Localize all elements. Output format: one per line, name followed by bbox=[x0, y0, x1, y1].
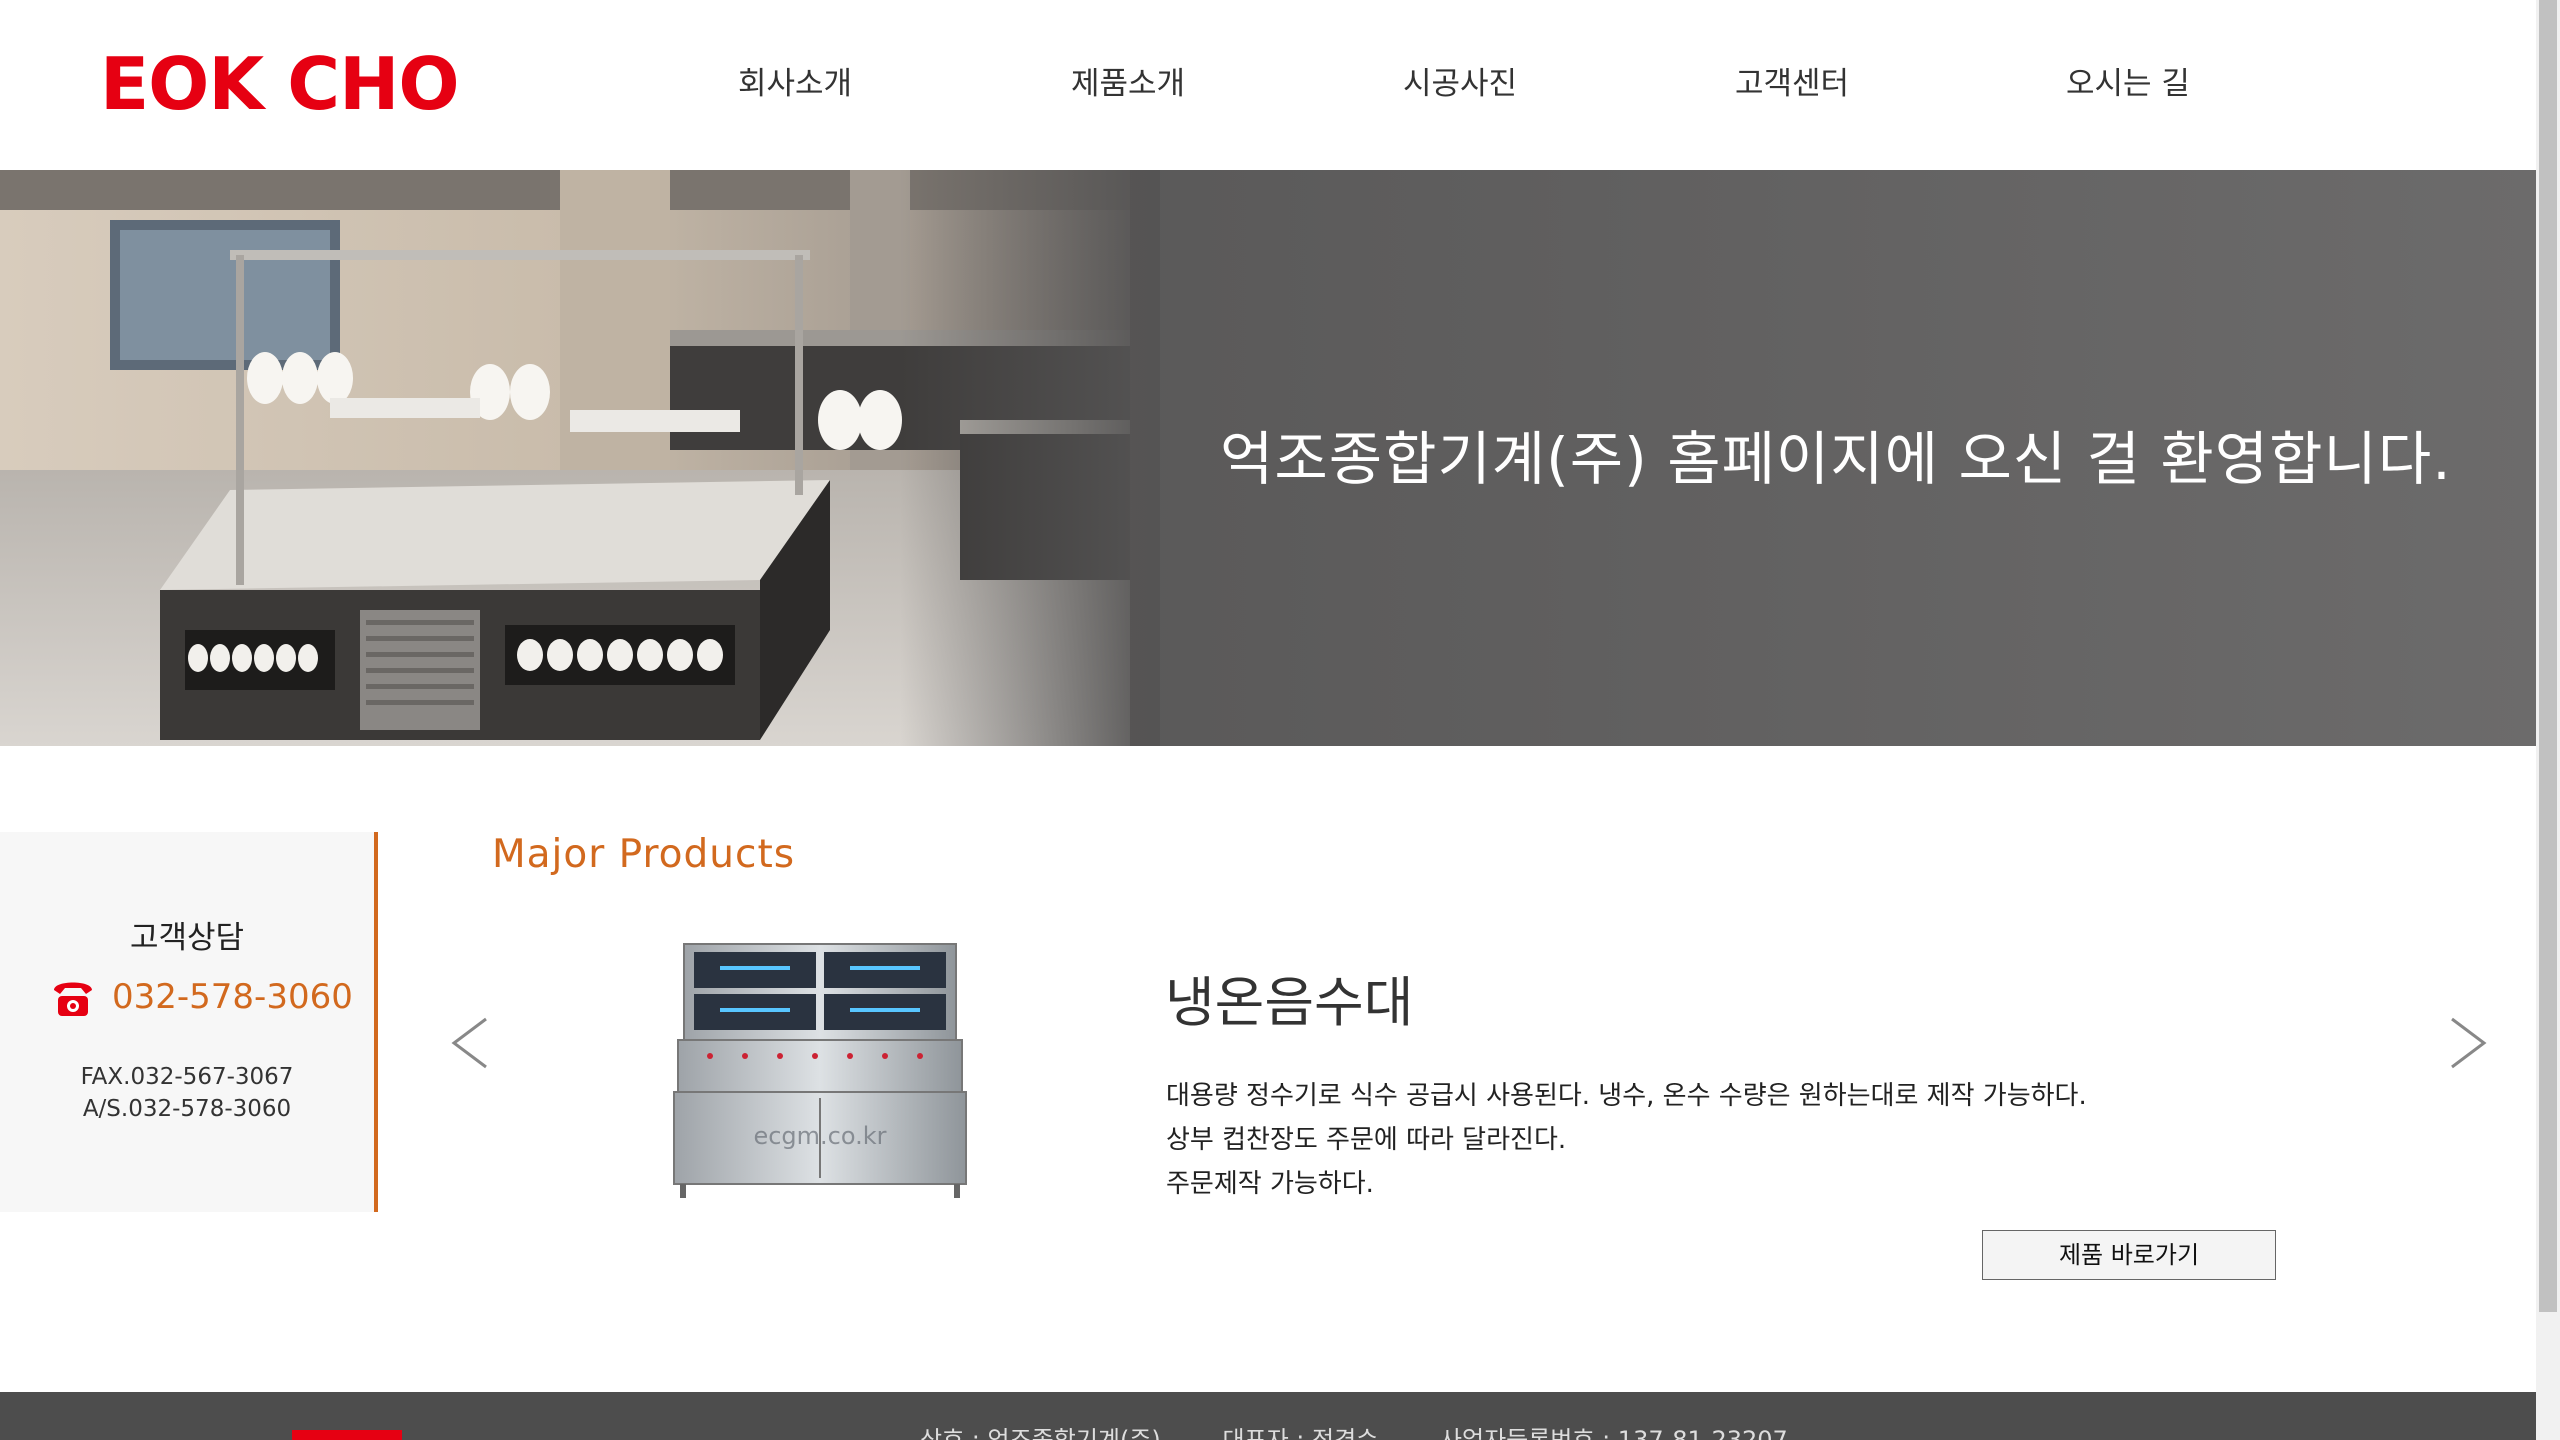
product-name: 냉온음수대 bbox=[1165, 971, 1414, 1034]
scrollbar-thumb[interactable] bbox=[2539, 0, 2557, 1312]
contact-as-number: A/S.032-578-3060 bbox=[82, 1096, 292, 1122]
footer-ceo: 대표자 : 정경수 bbox=[1222, 1426, 1379, 1440]
go-to-product-button[interactable]: 제품 바로가기 bbox=[1982, 1230, 2276, 1280]
nav-customer-center[interactable]: 고객센터 bbox=[1735, 58, 1849, 103]
nav-directions[interactable]: 오시는 길 bbox=[2066, 58, 2190, 103]
carousel-next-arrow-icon[interactable] bbox=[2442, 1015, 2492, 1071]
page: EOK CHO 회사소개 제품소개 시공사진 고객센터 오시는 길 억조종합기계… bbox=[0, 0, 2560, 1440]
site-footer: 상호 : 억조종합기계(주) 대표자 : 정경수 사업자등록번호 : 137-8… bbox=[0, 1392, 2536, 1440]
product-watermark: ecgm.co.kr bbox=[753, 1122, 886, 1150]
major-products-heading: Major Products bbox=[492, 832, 796, 877]
product-description: 대용량 정수기로 식수 공급시 사용된다. 냉수, 온수 수량은 원하는대로 제… bbox=[1166, 1074, 2087, 1206]
vertical-scrollbar[interactable] bbox=[2536, 0, 2560, 1440]
product-desc-line: 상부 컵찬장도 주문에 따라 달라진다. bbox=[1166, 1125, 1567, 1155]
main-nav: 회사소개 제품소개 시공사진 고객센터 오시는 길 bbox=[0, 58, 2536, 108]
nav-company[interactable]: 회사소개 bbox=[738, 58, 852, 103]
product-image-water-dispenser: ecgm.co.kr bbox=[673, 943, 967, 1198]
nav-construction-photos[interactable]: 시공사진 bbox=[1403, 58, 1517, 103]
product-desc-line: 주문제작 가능하다. bbox=[1166, 1169, 1374, 1199]
contact-phone-row[interactable]: 032-578-3060 bbox=[48, 972, 353, 1022]
footer-company-name: 상호 : 억조종합기계(주) bbox=[920, 1426, 1161, 1440]
carousel-prev-arrow-icon[interactable] bbox=[446, 1015, 496, 1071]
telephone-icon bbox=[54, 982, 92, 1016]
footer-logo bbox=[292, 1430, 402, 1440]
product-desc-line: 대용량 정수기로 식수 공급시 사용된다. 냉수, 온수 수량은 원하는대로 제… bbox=[1166, 1081, 2087, 1111]
contact-fax: FAX.032-567-3067 bbox=[80, 1064, 294, 1090]
contact-phone-number[interactable]: 032-578-3060 bbox=[112, 977, 353, 1017]
site-header: EOK CHO 회사소개 제품소개 시공사진 고객센터 오시는 길 bbox=[0, 0, 2536, 170]
hero-welcome-text: 억조종합기계(주) 홈페이지에 오신 걸 환영합니다. bbox=[1220, 425, 2452, 493]
footer-business-number: 사업자등록번호 : 137-81-23207 bbox=[1439, 1426, 1788, 1440]
hero-banner: 억조종합기계(주) 홈페이지에 오신 걸 환영합니다. bbox=[0, 170, 2536, 746]
footer-company-info: 상호 : 억조종합기계(주) 대표자 : 정경수 사업자등록번호 : 137-8… bbox=[920, 1420, 1842, 1440]
nav-products[interactable]: 제품소개 bbox=[1071, 58, 1185, 103]
contact-title: 고객상담 bbox=[129, 920, 245, 956]
customer-contact-panel: 고객상담 032-578-3060 FAX.032-567-3067 A/S.0… bbox=[0, 832, 378, 1212]
hero-fade-overlay bbox=[900, 170, 1160, 746]
